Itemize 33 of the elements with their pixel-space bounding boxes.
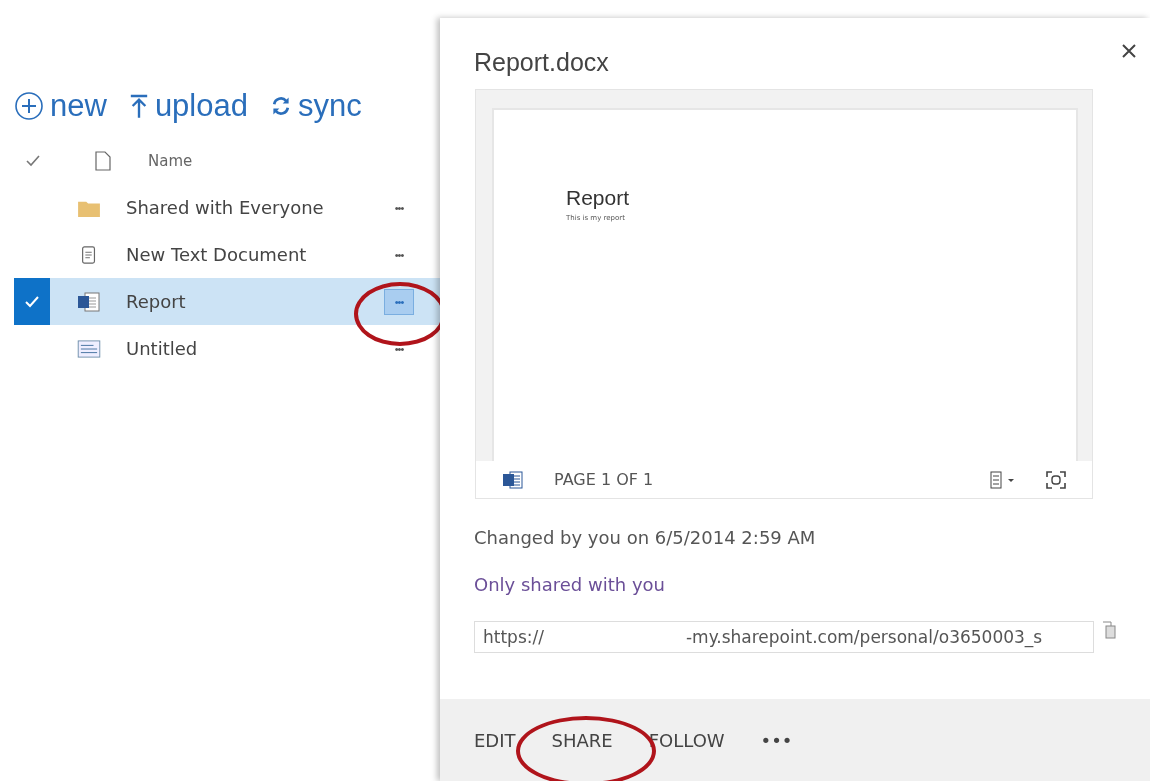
modified-info: Changed by you on 6/5/2014 2:59 AM (474, 527, 817, 548)
document-heading: Report (566, 186, 631, 210)
word-file-icon (76, 290, 102, 313)
file-row[interactable]: Untitled ••• (14, 325, 444, 372)
file-name: Report (126, 291, 187, 312)
file-row[interactable]: New Text Document ••• (14, 231, 444, 278)
panel-title: Report.docx (474, 48, 609, 77)
image-file-icon (76, 339, 102, 358)
sharing-link[interactable]: Only shared with you (474, 574, 1150, 595)
plus-circle-icon (14, 91, 44, 121)
column-header: Name (148, 152, 193, 170)
toolbar-link[interactable]: sync (269, 88, 362, 124)
file-row[interactable]: Shared with Everyone ••• (14, 184, 444, 231)
toolbar-link[interactable]: new (14, 88, 107, 124)
check-icon (26, 155, 40, 167)
toolbar-link[interactable]: upload (128, 88, 248, 124)
action-link[interactable]: EDIT (474, 729, 516, 751)
more-options-button[interactable]: ••• (384, 335, 414, 362)
file-name: Untitled (126, 338, 199, 359)
more-options-button[interactable]: ••• (384, 241, 414, 268)
check-icon (25, 295, 39, 308)
action-link[interactable]: ••• (760, 729, 793, 751)
word-icon (502, 469, 524, 490)
page-view-dropdown-icon[interactable] (990, 470, 1016, 489)
more-options-button[interactable]: ••• (384, 194, 414, 221)
fullscreen-icon[interactable] (1046, 470, 1066, 489)
file-name: Shared with Everyone (126, 197, 325, 218)
action-link[interactable]: SHARE (551, 729, 613, 751)
url-field[interactable]: https:// -my.sharepoint.com/personal/o3650003_s (474, 621, 1094, 653)
file-name: New Text Document (126, 244, 308, 265)
action-link[interactable]: FOLLOW (648, 729, 725, 751)
page-count: PAGE 1 OF 1 (554, 470, 654, 489)
upload-icon (128, 93, 149, 119)
